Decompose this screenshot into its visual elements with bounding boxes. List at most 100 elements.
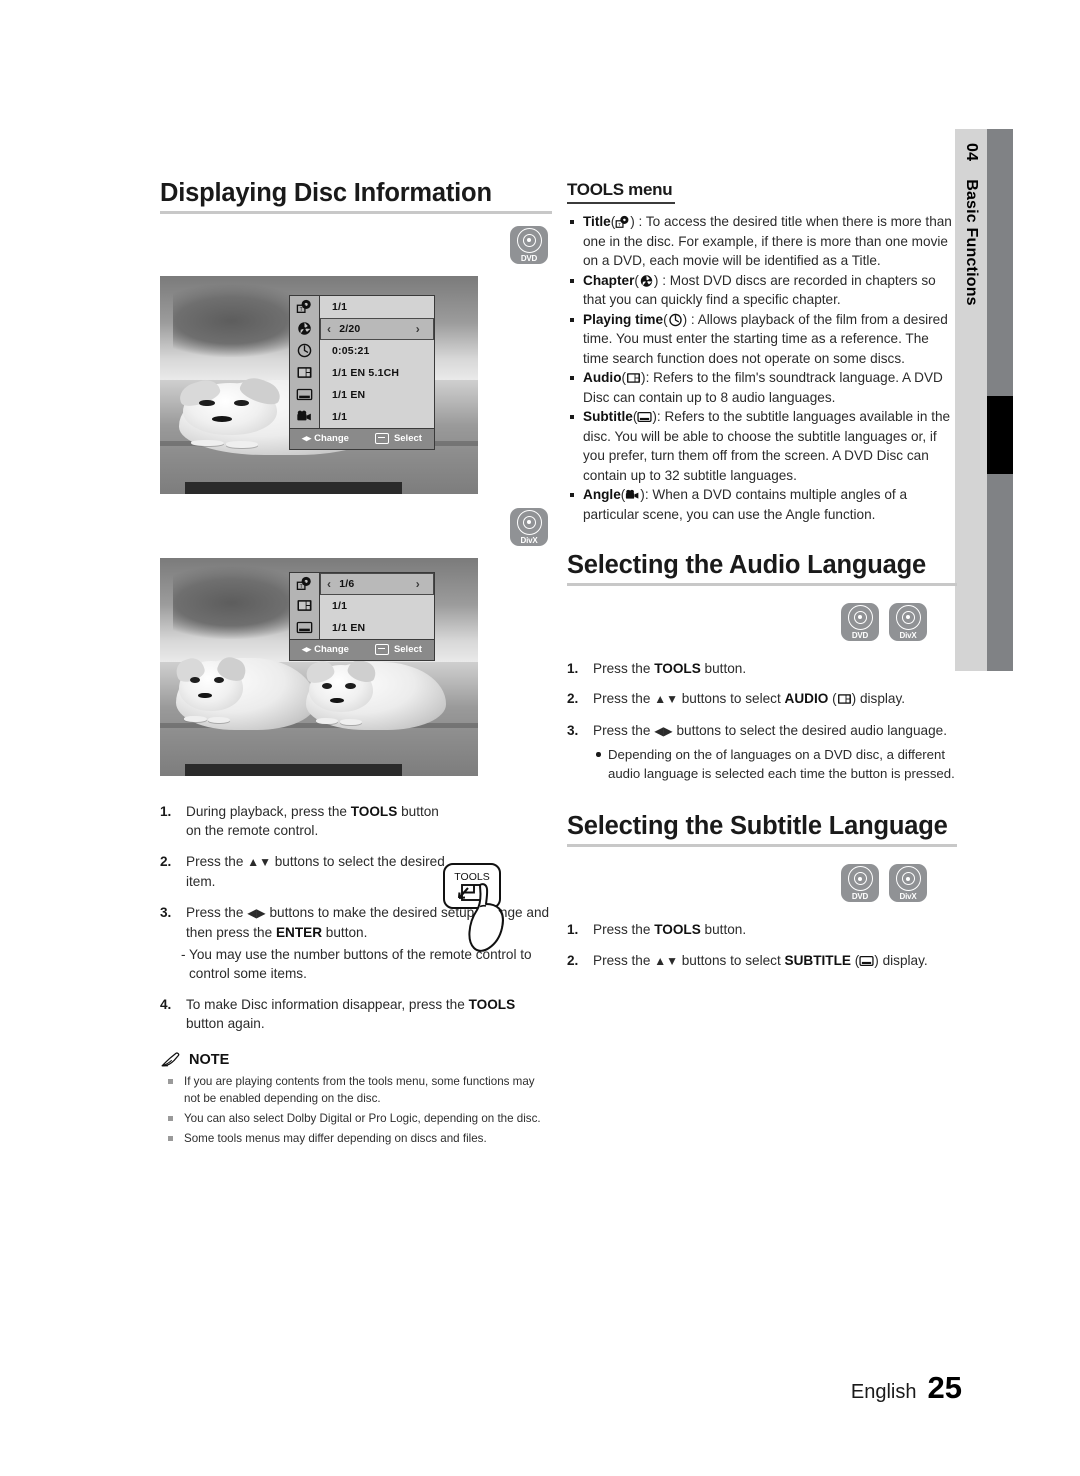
left-right-arrows-icon: ◂▸ [302,644,312,655]
osd-row-value-selected[interactable]: ‹ 2/20 › [320,317,434,340]
disc-icon [847,866,873,892]
step-text-part: During playback, press the [186,803,351,819]
title-icon: T [290,573,319,595]
step-text-part: Press the [186,904,248,920]
left-column: Displaying Disc Information DVD T 1/1 ‹ … [160,180,552,1150]
audio-icon [290,362,319,384]
title-icon: T [615,215,630,229]
step-text: Press the TOOLS button. [593,920,957,940]
badge-dvd: DVD [510,225,548,264]
step-number: 3. [160,904,172,920]
up-down-arrows-icon: ▲▼ [654,953,678,968]
audio-language-heading: Selecting the Audio Language [567,551,926,579]
note-item: You can also select Dolby Digital or Pro… [160,1110,552,1127]
up-down-arrows-icon: ▲▼ [654,692,678,707]
step-item: 1. During playback, press the TOOLS butt… [160,802,552,841]
chapter-icon [639,274,654,288]
subtitle-icon [290,384,319,406]
tools-menu-item-subtitle: Subtitle( ): Refers to the subtitle lang… [567,407,957,485]
puppy-photo-subject-left [173,653,316,730]
step-text-part: Press the [593,691,655,707]
step-text-part: Press the [593,952,655,968]
note-item: Some tools menus may differ depending on… [160,1130,552,1147]
chevron-left-icon[interactable]: ‹ [321,577,337,591]
tools-menu-item-audio: Audio( ): Refers to the film's soundtrac… [567,368,957,407]
chevron-left-icon[interactable]: ‹ [321,322,337,336]
osd-row-value: 0:05:21 [332,344,370,357]
audio-section-badges: DVD DivX [567,602,927,641]
badge-dvd: DVD [841,602,879,641]
step-number: 2. [567,952,579,968]
subtitle-icon [637,410,652,424]
chapter-side-tab: 04 Basic Functions [955,129,1013,671]
angle-icon [290,406,319,428]
subtitle-language-section: Selecting the Subtitle Language DVD DivX… [567,813,957,971]
step-item: 2. Press the ▲▼ buttons to select SUBTIT… [567,951,957,972]
tools-menu-heading: TOOLS menu [567,180,673,199]
tools-key-label: TOOLS [454,871,489,883]
side-tab-chapter-name: Basic Functions [963,179,980,306]
step-text-part: ( [850,952,860,968]
osd-row-value-selected[interactable]: ‹ 1/6 › [320,572,434,595]
page-title: Displaying Disc Information [160,179,492,207]
tools-menu-items: Title( T ) : To access the desired title… [567,212,957,524]
step-text-part: Press the [186,853,248,869]
tools-menu-item-text: : Most DVD discs are recorded in chapter… [583,272,936,308]
svg-text:T: T [300,307,303,313]
chevron-right-icon[interactable]: › [410,322,426,336]
puppy-paw-left [316,717,339,724]
svg-text:T: T [618,222,621,227]
step-text-part: To make Disc information disappear, pres… [186,996,469,1012]
tools-menu-item-label: Subtitle [583,409,633,424]
puppy-eye-left [321,682,333,689]
osd-row-value: 1/1 [332,599,348,612]
step-number: 1. [160,803,172,819]
divx-osd-overlay: T ‹ 1/6 › 1/1 1/1 EN ◂▸ Change Select [289,571,435,661]
badge-dvd-label: DVD [851,892,869,902]
disc-icon [895,604,921,630]
dvd-osd-screenshot: T 1/1 ‹ 2/20 › 0:05:21 1/1 EN 5.1CH 1/1 … [160,275,478,494]
badge-dvd: DVD [841,864,879,903]
step-text-part: button. [700,660,747,676]
osd-footer-change-label: Change [314,433,349,445]
step-text-part: buttons to select [677,952,785,968]
step-text: Press the ▲▼ buttons to select SUBTITLE … [593,951,957,972]
osd-row-value: 1/1 EN [332,621,366,634]
osd-row-value: 1/1 [332,300,348,313]
subtitle-section-badges: DVD DivX [567,864,927,903]
chevron-right-icon[interactable]: › [410,577,426,591]
page-footer: English 25 [851,1370,962,1406]
dvd-osd-overlay: T 1/1 ‹ 2/20 › 0:05:21 1/1 EN 5.1CH 1/1 … [289,294,435,450]
note-items: If you are playing contents from the too… [160,1073,552,1147]
puppy-nose [330,697,345,703]
audio-language-section: Selecting the Audio Language DVD DivX 1.… [567,552,957,783]
note-title: NOTE [189,1051,230,1068]
osd-row-value: 1/1 EN [332,388,366,401]
step-text-part: buttons to select the desired audio lang… [672,722,948,738]
angle-icon [625,488,640,502]
divx-osd-icon-column: T [290,572,320,639]
audio-language-heading-rule [567,582,957,586]
audio-icon [626,371,641,385]
puppy-paw-left [191,439,224,447]
tools-key-illustration: TOOLS [436,858,532,958]
osd-footer-select-label: Select [393,433,422,445]
step-number: 2. [160,853,172,869]
tools-menu-item-angle: Angle( ): When a DVD contains multiple a… [567,485,957,524]
step-text-bold: AUDIO [784,691,829,707]
tools-menu-item-label: Playing time [583,311,664,327]
disc-icon [895,866,921,892]
step-text: Press the ◀▶ buttons to select the desir… [593,721,957,742]
step-text-part: buttons to select [677,691,785,707]
dvd-osd-icon-column: T [290,295,320,428]
step-text-part: Press the [593,722,655,738]
step-text-bold: TOOLS [654,660,701,676]
tools-menu-item-playing-time: Playing time( ) : Allows playback of the… [567,310,957,369]
disc-icon [847,604,873,630]
audio-note-bullet: Depending on the of languages on a DVD d… [593,745,957,783]
puppy-eye-right [345,682,356,689]
step-text: Press the ▲▼ buttons to select the desir… [186,852,454,892]
step-text: Press the ▲▼ buttons to select AUDIO ( )… [593,689,957,710]
puppy-paw-right [208,717,231,724]
step-text: Press the TOOLS button. [593,659,957,679]
